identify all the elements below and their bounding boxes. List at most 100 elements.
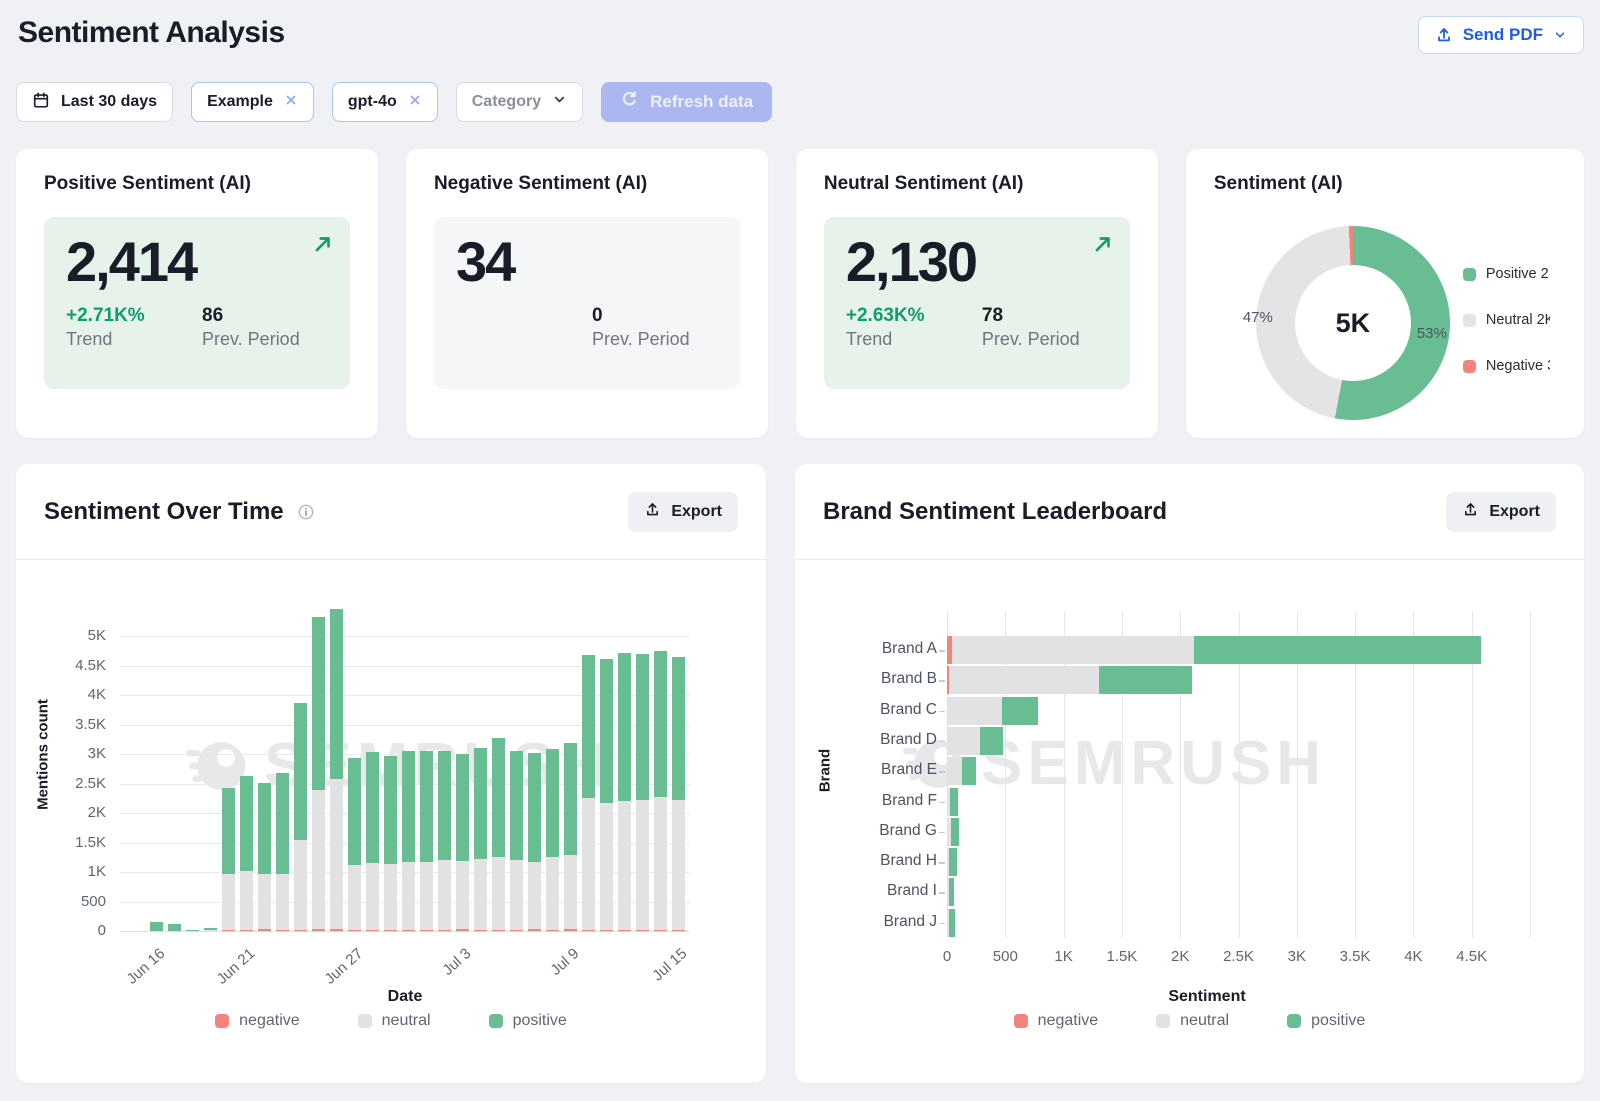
- time-bar-jun-19[interactable]: [204, 928, 217, 931]
- x-axis-title: Date: [305, 988, 505, 1006]
- legend-item-neutral[interactable]: neutral: [1156, 1012, 1229, 1030]
- axis-tick-mark: [939, 741, 945, 743]
- time-bar-jun-17[interactable]: [168, 924, 181, 931]
- time-bar-jul-5[interactable]: [492, 738, 505, 931]
- category-dropdown[interactable]: Category: [456, 82, 583, 122]
- time-bar-jul-12[interactable]: [618, 653, 631, 931]
- leaderboard-bar-brand-c[interactable]: [947, 697, 1038, 725]
- kpi-card-neutral: Neutral Sentiment (AI) 2,130 +2.63K% Tre…: [796, 149, 1158, 438]
- legend-label: negative: [239, 1012, 300, 1030]
- send-pdf-button[interactable]: Send PDF: [1418, 16, 1584, 54]
- gridline: [120, 931, 690, 932]
- chart-header: Brand Sentiment Leaderboard Export: [795, 464, 1584, 560]
- leaderboard-bar-brand-i[interactable]: [947, 878, 954, 906]
- time-bar-jun-25[interactable]: [312, 617, 325, 931]
- legend-item-negative[interactable]: negative: [215, 1012, 300, 1030]
- bar-segment: [420, 930, 433, 931]
- time-bar-jul-13[interactable]: [636, 654, 649, 931]
- time-bar-jul-6[interactable]: [510, 751, 523, 931]
- legend-item-negative[interactable]: negative: [1014, 1012, 1099, 1030]
- time-bar-jun-27[interactable]: [348, 758, 361, 932]
- remove-chip-icon[interactable]: [284, 93, 298, 112]
- time-bar-jul-9[interactable]: [564, 743, 577, 931]
- leaderboard-bar-brand-e[interactable]: [947, 757, 976, 785]
- leaderboard-bar-brand-d[interactable]: [947, 727, 1003, 755]
- neutral-swatch-icon: [358, 1014, 372, 1028]
- time-bar-jul-3[interactable]: [456, 754, 469, 931]
- remove-chip-icon[interactable]: [408, 93, 422, 112]
- bar-segment: [312, 929, 325, 931]
- time-bar-jul-11[interactable]: [600, 659, 613, 931]
- trend-up-arrow-icon: [1092, 233, 1114, 260]
- legend-item-positive[interactable]: positive: [1287, 1012, 1365, 1030]
- export-button[interactable]: Export: [628, 492, 738, 532]
- date-range-button[interactable]: Last 30 days: [16, 82, 173, 122]
- time-bar-jul-7[interactable]: [528, 753, 541, 932]
- legend-item-neutral[interactable]: neutral: [358, 1012, 431, 1030]
- chart-title-text: Brand Sentiment Leaderboard: [823, 498, 1167, 526]
- time-bar-jul-15[interactable]: [672, 657, 685, 931]
- y-axis-tick: 4.5K: [16, 657, 106, 674]
- sentiment-over-time-card: Sentiment Over Time Export SEMRUSH 05001…: [16, 464, 766, 1083]
- time-bar-jun-29[interactable]: [384, 756, 397, 931]
- bar-segment: [949, 909, 955, 937]
- y-axis-title: Brand: [817, 731, 834, 811]
- leaderboard-bar-brand-g[interactable]: [947, 818, 959, 846]
- info-icon[interactable]: [297, 503, 315, 521]
- time-bar-jun-24[interactable]: [294, 703, 307, 931]
- brand-label: Brand F: [817, 792, 937, 810]
- donut-legend-item-negative[interactable]: Negative 34: [1463, 358, 1550, 374]
- bar-segment: [492, 857, 505, 930]
- bar-segment: [546, 930, 559, 931]
- prev-value: 0: [592, 305, 718, 327]
- donut-legend-item-neutral[interactable]: Neutral 2K: [1463, 312, 1550, 328]
- time-bar-jun-16[interactable]: [150, 922, 163, 931]
- bar-segment: [438, 751, 451, 860]
- leaderboard-bar-brand-j[interactable]: [947, 909, 955, 937]
- kpi-title: Neutral Sentiment (AI): [824, 173, 1130, 195]
- time-bar-jul-2[interactable]: [438, 751, 451, 931]
- time-bar-jul-1[interactable]: [420, 751, 433, 932]
- time-bar-jun-28[interactable]: [366, 752, 379, 931]
- time-bar-jul-14[interactable]: [654, 651, 667, 932]
- time-bar-jun-21[interactable]: [240, 776, 253, 931]
- leaderboard-bar-brand-f[interactable]: [947, 788, 958, 816]
- bar-segment: [366, 752, 379, 863]
- refresh-data-button[interactable]: Refresh data: [601, 82, 772, 122]
- leaderboard-bar-brand-b[interactable]: [947, 666, 1192, 694]
- donut-legend-item-positive[interactable]: Positive 2.4K: [1463, 266, 1550, 282]
- time-bar-jun-26[interactable]: [330, 609, 343, 931]
- filter-chip-gpt-4o[interactable]: gpt-4o: [332, 82, 438, 122]
- export-button[interactable]: Export: [1446, 492, 1556, 532]
- legend-label: neutral: [1180, 1012, 1229, 1030]
- y-axis-tick: 5K: [16, 627, 106, 644]
- x-axis-tick: 4.5K: [1437, 948, 1507, 965]
- time-bar-jun-30[interactable]: [402, 751, 415, 931]
- bar-segment: [348, 930, 361, 931]
- time-bar-jul-4[interactable]: [474, 748, 487, 931]
- bar-segment: [420, 751, 433, 863]
- bar-segment: [330, 779, 343, 929]
- time-bar-jun-18[interactable]: [186, 930, 199, 932]
- kpi-prev-period: 78 Prev. Period: [982, 305, 1108, 350]
- legend-label: negative: [1038, 1012, 1099, 1030]
- filter-chip-example[interactable]: Example: [191, 82, 314, 122]
- leaderboard-bar-brand-a[interactable]: [947, 636, 1481, 664]
- time-bar-jul-8[interactable]: [546, 749, 559, 931]
- leaderboard-bar-brand-h[interactable]: [947, 848, 957, 876]
- time-bar-jun-22[interactable]: [258, 783, 271, 931]
- bar-segment: [456, 754, 469, 861]
- bar-segment: [276, 773, 289, 873]
- y-axis-tick: 3K: [16, 745, 106, 762]
- y-axis-title: Mentions count: [35, 690, 52, 820]
- bar-segment: [618, 930, 631, 932]
- time-bar-jun-20[interactable]: [222, 788, 235, 931]
- bar-segment: [952, 636, 1195, 664]
- time-bar-jul-10[interactable]: [582, 655, 595, 931]
- kpi-tile: 34 0 Prev. Period: [434, 217, 740, 389]
- kpi-title: Negative Sentiment (AI): [434, 173, 740, 195]
- bar-segment: [168, 924, 181, 931]
- legend-item-positive[interactable]: positive: [489, 1012, 567, 1030]
- upload-icon: [1435, 26, 1453, 44]
- time-bar-jun-23[interactable]: [276, 773, 289, 931]
